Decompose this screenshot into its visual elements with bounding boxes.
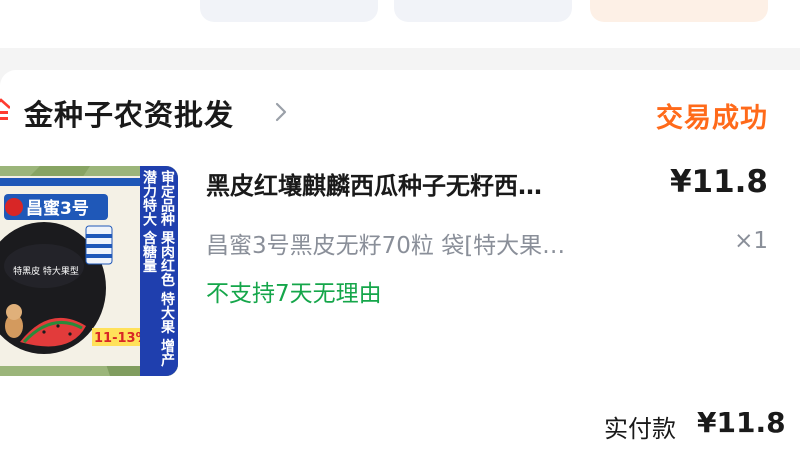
paid-amount: ¥11.8: [697, 406, 786, 439]
top-tab-1[interactable]: [200, 0, 378, 22]
product-price: ¥11.8: [669, 164, 768, 200]
paid-label: 实付款: [604, 415, 676, 443]
order-status: 交易成功: [656, 103, 768, 134]
product-image: 昌蜜3号 特黑皮 特大果型 11-13% 审定品种 果肉红色 特大果 增产潜力特…: [0, 166, 178, 376]
thumbnail-feature-text: 审定品种 果肉红色 特大果 增产潜力特大 含糖量: [141, 170, 175, 367]
thumbnail-badge-text: 特黑皮 特大果型: [13, 265, 79, 277]
thumbnail-brand-text: 昌蜜3号: [26, 198, 89, 219]
top-tab-strip: [0, 0, 800, 48]
product-spec[interactable]: 昌蜜3号黑皮无籽70粒 袋[特大果…: [206, 226, 646, 260]
product-thumbnail[interactable]: 昌蜜3号 特黑皮 特大果型 11-13% 审定品种 果肉红色 特大果 增产潜力特…: [0, 166, 178, 376]
top-tab-3[interactable]: [590, 0, 768, 22]
product-title[interactable]: 黑皮红壤麒麟西瓜种子无籽西…: [206, 166, 636, 201]
chevron-right-icon[interactable]: [274, 101, 288, 123]
shop-icon: [0, 98, 10, 120]
top-tab-2[interactable]: [394, 0, 572, 22]
shop-name[interactable]: 金种子农资批发: [24, 92, 234, 134]
product-quantity: ×1: [734, 228, 768, 254]
return-policy-note: 不支持7天无理由: [206, 281, 382, 307]
